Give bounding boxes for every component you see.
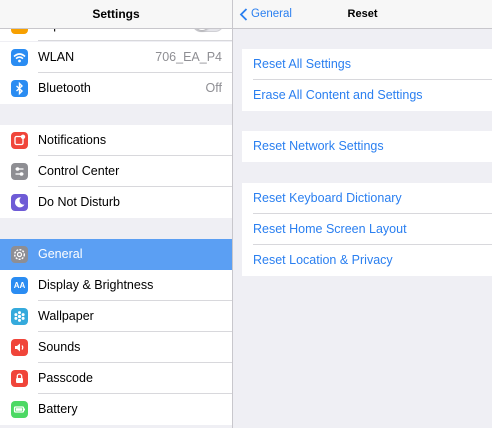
- settings-row-label: Battery: [38, 402, 78, 416]
- settings-row-label: Display & Brightness: [38, 278, 154, 292]
- reset-option-label: Erase All Content and Settings: [253, 88, 423, 102]
- reset-option-label: Reset All Settings: [253, 57, 351, 71]
- reset-detail-pane: General Reset Reset All Settings Erase A…: [233, 0, 492, 428]
- settings-row-general[interactable]: General: [0, 239, 232, 270]
- settings-row-bluetooth[interactable]: Bluetooth Off: [0, 73, 232, 104]
- settings-row-control-center[interactable]: Control Center: [0, 156, 232, 187]
- notifications-icon: [11, 132, 28, 149]
- settings-row-label: Bluetooth: [38, 81, 91, 95]
- settings-row-do-not-disturb[interactable]: Do Not Disturb: [0, 187, 232, 218]
- settings-row-notifications[interactable]: Notifications: [0, 125, 232, 156]
- settings-row-label: Sounds: [38, 340, 81, 354]
- reset-keyboard-dictionary-button[interactable]: Reset Keyboard Dictionary: [242, 183, 492, 214]
- settings-sidebar: ✈ Airplane Mode Settings WLAN 706_EA_P4 …: [0, 0, 232, 428]
- reset-option-label: Reset Network Settings: [253, 139, 384, 153]
- settings-row-label: Wallpaper: [38, 309, 94, 323]
- settings-row-label: WLAN: [38, 50, 75, 64]
- settings-row-wlan[interactable]: WLAN 706_EA_P4: [0, 42, 232, 73]
- settings-row-label: Passcode: [38, 371, 93, 385]
- settings-row-label: Control Center: [38, 164, 120, 178]
- lock-icon: [11, 370, 28, 387]
- reset-home-screen-layout-button[interactable]: Reset Home Screen Layout: [242, 214, 492, 245]
- reset-network-settings-button[interactable]: Reset Network Settings: [242, 131, 492, 162]
- settings-split-view: ✈ Airplane Mode Settings WLAN 706_EA_P4 …: [0, 0, 492, 428]
- page-title: Reset: [347, 8, 378, 20]
- reset-option-label: Reset Location & Privacy: [253, 253, 393, 267]
- settings-title: Settings: [92, 7, 140, 21]
- sounds-icon: [11, 339, 28, 356]
- battery-icon: [11, 401, 28, 418]
- settings-row-label: Notifications: [38, 133, 107, 147]
- wlan-network-value: 706_EA_P4: [155, 50, 222, 64]
- settings-row-passcode[interactable]: Passcode: [0, 363, 232, 394]
- reset-option-label: Reset Home Screen Layout: [253, 222, 407, 236]
- gear-icon: [11, 246, 28, 263]
- wallpaper-icon: [11, 308, 28, 325]
- display-icon: AA: [11, 277, 28, 294]
- moon-icon: [11, 194, 28, 211]
- pane-divider: [232, 0, 233, 428]
- settings-row-label: Do Not Disturb: [38, 195, 120, 209]
- reset-header: General Reset: [233, 0, 492, 29]
- settings-row-wallpaper[interactable]: Wallpaper: [0, 301, 232, 332]
- wifi-icon: [11, 49, 28, 66]
- settings-row-display-brightness[interactable]: AA Display & Brightness: [0, 270, 232, 301]
- settings-header: Settings: [0, 0, 232, 29]
- bluetooth-icon: [11, 80, 28, 97]
- erase-all-content-button[interactable]: Erase All Content and Settings: [242, 80, 492, 111]
- reset-location-privacy-button[interactable]: Reset Location & Privacy: [242, 245, 492, 276]
- settings-row-battery[interactable]: Battery: [0, 394, 232, 425]
- bluetooth-status-value: Off: [205, 81, 222, 95]
- row-separator: [38, 40, 232, 41]
- settings-row-sounds[interactable]: Sounds: [0, 332, 232, 363]
- reset-option-label: Reset Keyboard Dictionary: [253, 191, 402, 205]
- reset-all-settings-button[interactable]: Reset All Settings: [242, 49, 492, 80]
- control-center-icon: [11, 163, 28, 180]
- settings-row-label: General: [38, 247, 83, 261]
